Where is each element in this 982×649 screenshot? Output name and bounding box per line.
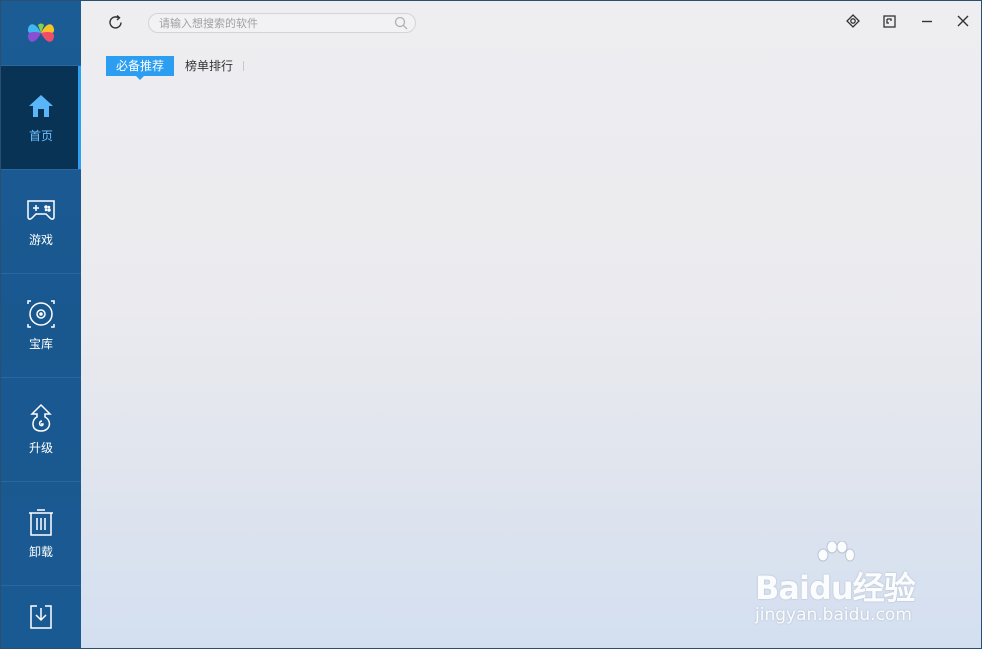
colorful-clover-logo-icon: [27, 23, 55, 42]
close-icon: [957, 15, 969, 27]
restore-button[interactable]: [880, 12, 898, 30]
trash-icon: [26, 507, 56, 537]
watermark-brand: Baidu经验: [755, 569, 916, 607]
search-input[interactable]: [159, 16, 384, 30]
restore-icon: [882, 14, 896, 28]
upgrade-arrow-icon: [26, 403, 56, 433]
refresh-icon: [108, 14, 122, 29]
tab-rankings[interactable]: 榜单排行: [185, 56, 233, 76]
tab-divider: [243, 61, 244, 71]
watermark-url: jingyan.baidu.com: [755, 605, 912, 625]
sidebar-item-home[interactable]: 首页: [1, 66, 81, 169]
sidebar-item-label: 升级: [28, 441, 53, 455]
sidebar: 首页 游戏 宝库 升级 卸载: [1, 1, 81, 648]
settings-button[interactable]: [844, 12, 862, 30]
refresh-button[interactable]: [105, 12, 125, 32]
minimize-icon: [922, 20, 932, 23]
search-box: [148, 13, 416, 33]
close-button[interactable]: [954, 12, 972, 30]
tab-essentials[interactable]: 必备推荐: [106, 56, 174, 80]
search-icon[interactable]: [394, 16, 408, 30]
sidebar-item-label: 首页: [28, 129, 53, 143]
sidebar-item-upgrade[interactable]: 升级: [1, 378, 81, 481]
sidebar-item-label: 游戏: [28, 233, 53, 247]
sidebar-item-uninstall[interactable]: 卸载: [1, 482, 81, 585]
app-window: 首页 游戏 宝库 升级 卸载 请输入想搜索的软件 必备推荐 榜单排行 Baidu…: [0, 0, 982, 649]
minimize-button[interactable]: [918, 12, 936, 30]
download-icon: [26, 602, 56, 632]
sidebar-item-label: 卸载: [28, 545, 53, 559]
home-icon: [26, 91, 56, 121]
baidu-jingyan-watermark: Baidu经验 jingyan.baidu.com: [749, 541, 939, 631]
disc-icon: [26, 299, 56, 329]
app-logo[interactable]: [1, 1, 81, 65]
sidebar-item-games[interactable]: 游戏: [1, 170, 81, 273]
sidebar-item-label: 宝库: [28, 337, 53, 351]
settings-icon: [846, 14, 860, 28]
gamepad-icon: [26, 195, 56, 225]
sidebar-item-treasury[interactable]: 宝库: [1, 274, 81, 377]
sidebar-item-download[interactable]: [1, 586, 81, 648]
